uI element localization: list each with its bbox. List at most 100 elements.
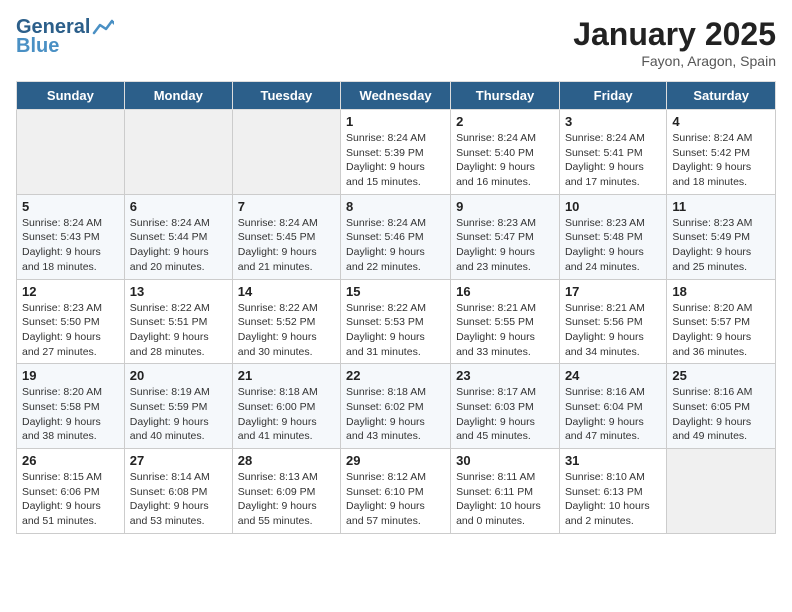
- day-number: 22: [346, 368, 445, 383]
- title-block: January 2025 Fayon, Aragon, Spain: [573, 16, 776, 69]
- calendar-header-monday: Monday: [124, 82, 232, 110]
- logo-blue: Blue: [16, 35, 59, 58]
- day-number: 5: [22, 199, 119, 214]
- day-number: 12: [22, 284, 119, 299]
- calendar-cell: 29Sunrise: 8:12 AM Sunset: 6:10 PM Dayli…: [341, 449, 451, 534]
- calendar-cell: 10 Sunrise: 8:23 AM Sunset: 5:48 PM Dayli…: [559, 194, 666, 279]
- calendar-cell: 25 Sunrise: 8:16 AM Sunset: 6:05 PM Dayli…: [667, 364, 776, 449]
- day-number: 13: [130, 284, 227, 299]
- day-number: 24: [565, 368, 661, 383]
- calendar-cell: 22 Sunrise: 8:18 AM Sunset: 6:02 PM Dayli…: [341, 364, 451, 449]
- calendar-cell: 1 Sunrise: 8:24 AM Sunset: 5:39 PM Daylig…: [341, 110, 451, 195]
- calendar-header-wednesday: Wednesday: [341, 82, 451, 110]
- day-info: Sunrise: 8:18 AM Sunset: 6:02 PM Dayligh…: [346, 385, 445, 444]
- logo: General Blue: [16, 16, 116, 58]
- day-info: Sunrise: 8:21 AM Sunset: 5:56 PM Dayligh…: [565, 301, 661, 360]
- day-info: Sunrise: 8:15 AM Sunset: 6:06 PM Dayligh…: [22, 470, 119, 529]
- day-info: Sunrise: 8:22 AM Sunset: 5:53 PM Dayligh…: [346, 301, 445, 360]
- calendar-cell: [667, 449, 776, 534]
- calendar-cell: [17, 110, 125, 195]
- day-info: Sunrise: 8:24 AM Sunset: 5:45 PM Dayligh…: [238, 216, 335, 275]
- day-info: Sunrise: 8:22 AM Sunset: 5:52 PM Dayligh…: [238, 301, 335, 360]
- day-info: Sunrise: 8:23 AM Sunset: 5:48 PM Dayligh…: [565, 216, 661, 275]
- calendar-header-row: SundayMondayTuesdayWednesdayThursdayFrid…: [17, 82, 776, 110]
- day-info: Sunrise: 8:18 AM Sunset: 6:00 PM Dayligh…: [238, 385, 335, 444]
- day-info: Sunrise: 8:24 AM Sunset: 5:46 PM Dayligh…: [346, 216, 445, 275]
- day-number: 19: [22, 368, 119, 383]
- day-info: Sunrise: 8:23 AM Sunset: 5:50 PM Dayligh…: [22, 301, 119, 360]
- day-number: 29: [346, 453, 445, 468]
- day-number: 7: [238, 199, 335, 214]
- day-info: Sunrise: 8:21 AM Sunset: 5:55 PM Dayligh…: [456, 301, 554, 360]
- calendar-cell: 16 Sunrise: 8:21 AM Sunset: 5:55 PM Dayli…: [451, 279, 560, 364]
- calendar-cell: 2Sunrise: 8:24 AM Sunset: 5:40 PM Daylig…: [451, 110, 560, 195]
- day-info: Sunrise: 8:16 AM Sunset: 6:05 PM Dayligh…: [672, 385, 770, 444]
- day-number: 8: [346, 199, 445, 214]
- day-number: 20: [130, 368, 227, 383]
- calendar-week-row: 19 Sunrise: 8:20 AM Sunset: 5:58 PM Dayli…: [17, 364, 776, 449]
- calendar-week-row: 26 Sunrise: 8:15 AM Sunset: 6:06 PM Dayli…: [17, 449, 776, 534]
- calendar-subtitle: Fayon, Aragon, Spain: [573, 53, 776, 69]
- calendar-cell: 14 Sunrise: 8:22 AM Sunset: 5:52 PM Dayli…: [232, 279, 340, 364]
- calendar-cell: [124, 110, 232, 195]
- calendar-cell: 5 Sunrise: 8:24 AM Sunset: 5:43 PM Daylig…: [17, 194, 125, 279]
- calendar-cell: 27 Sunrise: 8:14 AM Sunset: 6:08 PM Dayli…: [124, 449, 232, 534]
- day-number: 3: [565, 114, 661, 129]
- calendar-cell: 13 Sunrise: 8:22 AM Sunset: 5:51 PM Dayli…: [124, 279, 232, 364]
- day-info: Sunrise: 8:24 AM Sunset: 5:44 PM Dayligh…: [130, 216, 227, 275]
- calendar-cell: 26 Sunrise: 8:15 AM Sunset: 6:06 PM Dayli…: [17, 449, 125, 534]
- day-info: Sunrise: 8:16 AM Sunset: 6:04 PM Dayligh…: [565, 385, 661, 444]
- day-info: Sunrise: 8:22 AM Sunset: 5:51 PM Dayligh…: [130, 301, 227, 360]
- calendar-cell: 8 Sunrise: 8:24 AM Sunset: 5:46 PM Daylig…: [341, 194, 451, 279]
- day-number: 28: [238, 453, 335, 468]
- day-info: Sunrise: 8:11 AM Sunset: 6:11 PM Dayligh…: [456, 470, 554, 529]
- day-number: 9: [456, 199, 554, 214]
- calendar-title: January 2025: [573, 16, 776, 53]
- calendar-cell: 21Sunrise: 8:18 AM Sunset: 6:00 PM Dayli…: [232, 364, 340, 449]
- day-info: Sunrise: 8:14 AM Sunset: 6:08 PM Dayligh…: [130, 470, 227, 529]
- day-info: Sunrise: 8:24 AM Sunset: 5:43 PM Dayligh…: [22, 216, 119, 275]
- day-info: Sunrise: 8:17 AM Sunset: 6:03 PM Dayligh…: [456, 385, 554, 444]
- day-info: Sunrise: 8:24 AM Sunset: 5:39 PM Dayligh…: [346, 131, 445, 190]
- day-number: 10: [565, 199, 661, 214]
- calendar-cell: 24 Sunrise: 8:16 AM Sunset: 6:04 PM Dayli…: [559, 364, 666, 449]
- day-number: 18: [672, 284, 770, 299]
- day-number: 26: [22, 453, 119, 468]
- day-number: 6: [130, 199, 227, 214]
- calendar-cell: 7 Sunrise: 8:24 AM Sunset: 5:45 PM Daylig…: [232, 194, 340, 279]
- calendar-week-row: 12 Sunrise: 8:23 AM Sunset: 5:50 PM Dayli…: [17, 279, 776, 364]
- day-number: 25: [672, 368, 770, 383]
- calendar-cell: 20 Sunrise: 8:19 AM Sunset: 5:59 PM Dayli…: [124, 364, 232, 449]
- day-info: Sunrise: 8:24 AM Sunset: 5:41 PM Dayligh…: [565, 131, 661, 190]
- calendar-cell: 23 Sunrise: 8:17 AM Sunset: 6:03 PM Dayli…: [451, 364, 560, 449]
- day-number: 23: [456, 368, 554, 383]
- calendar-table: SundayMondayTuesdayWednesdayThursdayFrid…: [16, 81, 776, 534]
- day-info: Sunrise: 8:20 AM Sunset: 5:57 PM Dayligh…: [672, 301, 770, 360]
- day-info: Sunrise: 8:13 AM Sunset: 6:09 PM Dayligh…: [238, 470, 335, 529]
- calendar-cell: 18 Sunrise: 8:20 AM Sunset: 5:57 PM Dayli…: [667, 279, 776, 364]
- calendar-header-tuesday: Tuesday: [232, 82, 340, 110]
- day-number: 1: [346, 114, 445, 129]
- calendar-week-row: 1 Sunrise: 8:24 AM Sunset: 5:39 PM Daylig…: [17, 110, 776, 195]
- day-info: Sunrise: 8:20 AM Sunset: 5:58 PM Dayligh…: [22, 385, 119, 444]
- day-info: Sunrise: 8:23 AM Sunset: 5:47 PM Dayligh…: [456, 216, 554, 275]
- calendar-cell: 31Sunrise: 8:10 AM Sunset: 6:13 PM Dayli…: [559, 449, 666, 534]
- calendar-cell: 15 Sunrise: 8:22 AM Sunset: 5:53 PM Dayli…: [341, 279, 451, 364]
- day-info: Sunrise: 8:24 AM Sunset: 5:40 PM Dayligh…: [456, 131, 554, 190]
- logo-bird-icon: [92, 19, 114, 37]
- calendar-cell: 30 Sunrise: 8:11 AM Sunset: 6:11 PM Dayli…: [451, 449, 560, 534]
- calendar-header-friday: Friday: [559, 82, 666, 110]
- calendar-header-thursday: Thursday: [451, 82, 560, 110]
- day-number: 4: [672, 114, 770, 129]
- day-number: 30: [456, 453, 554, 468]
- day-info: Sunrise: 8:19 AM Sunset: 5:59 PM Dayligh…: [130, 385, 227, 444]
- page-header: General Blue January 2025 Fayon, Aragon,…: [16, 16, 776, 69]
- calendar-cell: 4Sunrise: 8:24 AM Sunset: 5:42 PM Daylig…: [667, 110, 776, 195]
- calendar-cell: 12 Sunrise: 8:23 AM Sunset: 5:50 PM Dayli…: [17, 279, 125, 364]
- day-number: 14: [238, 284, 335, 299]
- calendar-header-sunday: Sunday: [17, 82, 125, 110]
- day-number: 16: [456, 284, 554, 299]
- calendar-cell: 11Sunrise: 8:23 AM Sunset: 5:49 PM Dayli…: [667, 194, 776, 279]
- day-number: 27: [130, 453, 227, 468]
- day-number: 15: [346, 284, 445, 299]
